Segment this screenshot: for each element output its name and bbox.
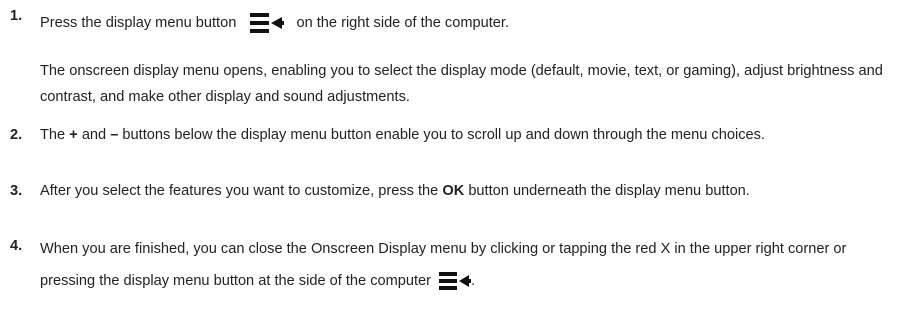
step-text: Press the display menu button on the rig…	[40, 10, 902, 36]
step-1-part2: on the right side of the computer.	[296, 15, 510, 31]
step-1-paragraph: The onscreen display menu opens, enablin…	[40, 63, 883, 105]
step-number: 2.	[10, 127, 23, 143]
step-number: 4.	[10, 238, 23, 254]
plus-label: +	[69, 127, 78, 143]
step-number: 1.	[10, 8, 23, 24]
step-number: 3.	[10, 183, 23, 199]
step-text: After you select the features you want t…	[40, 183, 750, 199]
step-4-line1: When you are finished, you can close the…	[40, 241, 711, 257]
step-4-end: .	[471, 273, 476, 289]
step-1-part1: Press the display menu button	[40, 15, 237, 31]
display-menu-icon	[250, 11, 285, 35]
step-text: The + and – buttons below the display me…	[40, 127, 765, 143]
ok-label: OK	[442, 183, 465, 199]
display-menu-icon	[439, 270, 472, 292]
minus-label: –	[110, 127, 119, 143]
step-text: When you are finished, you can close the…	[40, 233, 902, 297]
